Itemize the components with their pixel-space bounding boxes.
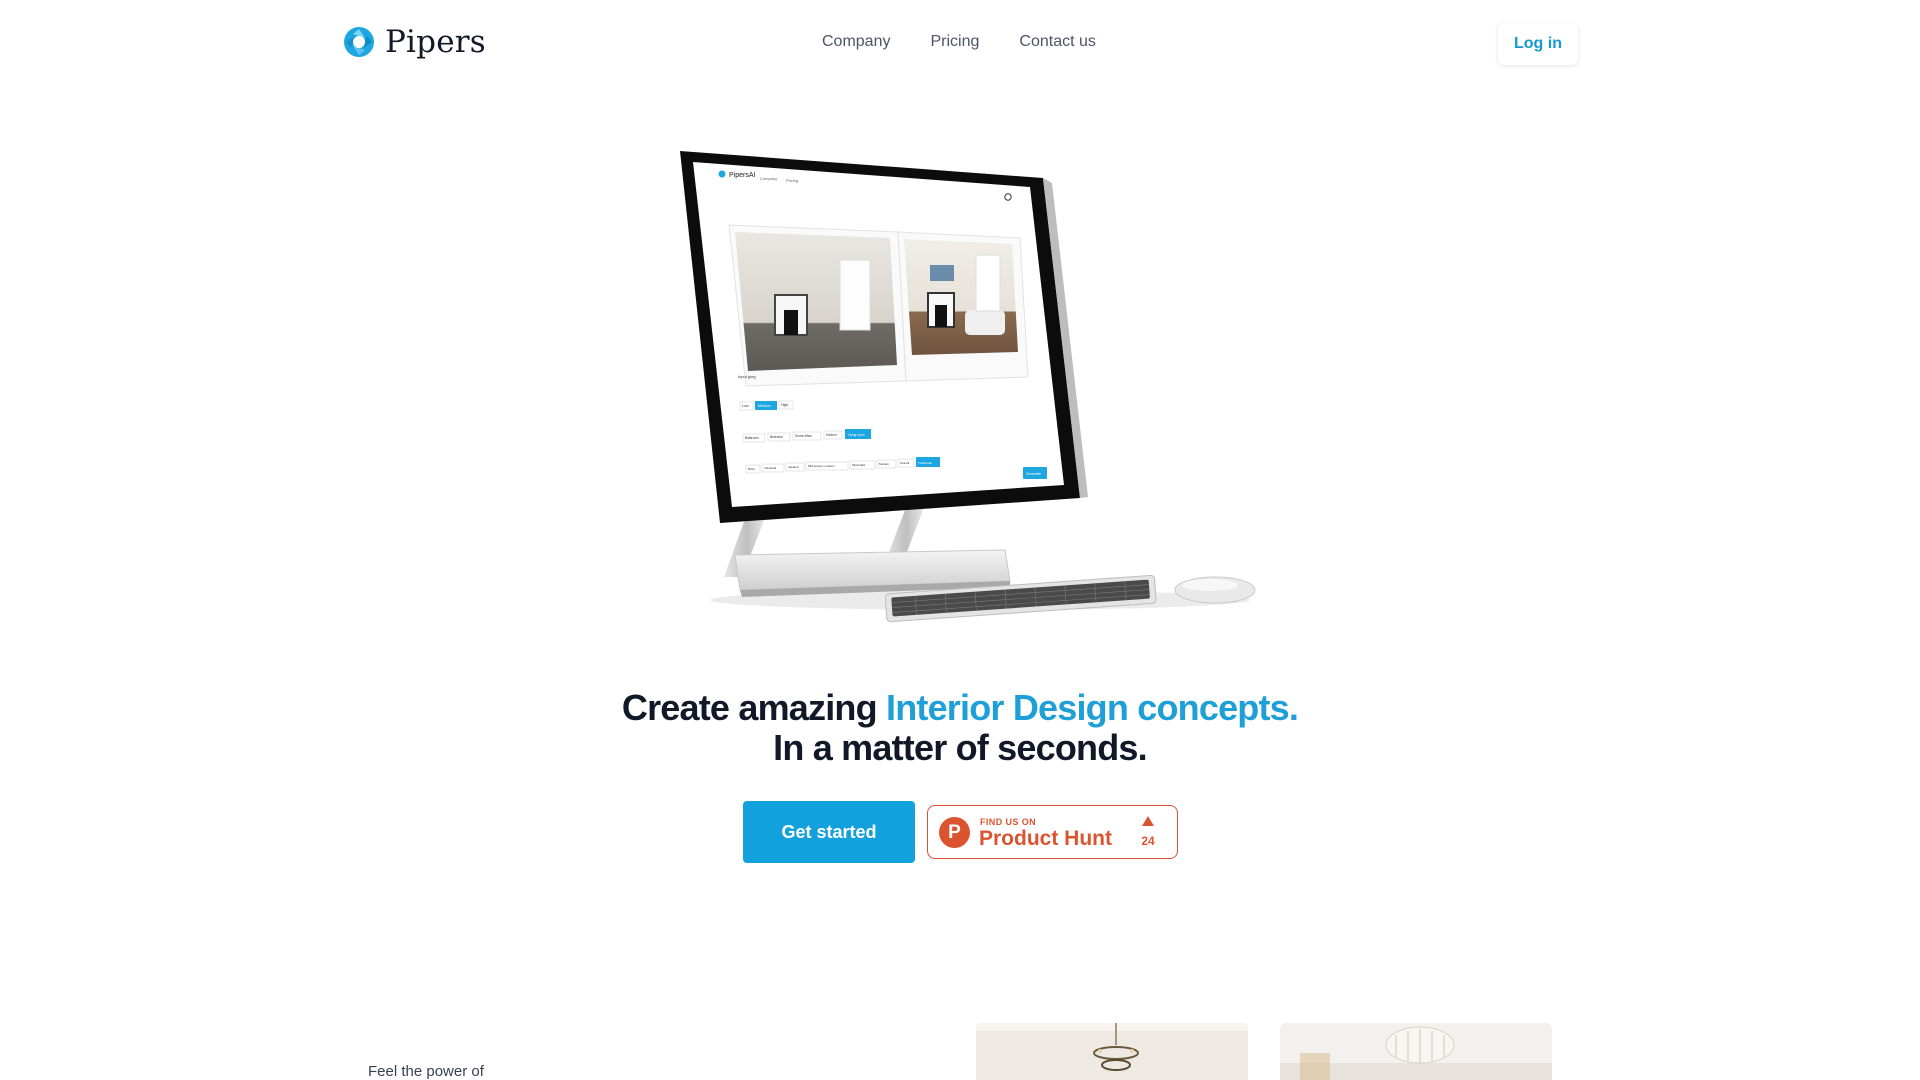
- screen-roomtype-3: Kitchen: [826, 433, 837, 437]
- screen-roomtype-4: Living room: [848, 433, 865, 437]
- screen-brand: PipersAI: [729, 172, 756, 179]
- upvote-count: 24: [1141, 834, 1155, 848]
- screen-generate-label: Generate: [1026, 472, 1041, 476]
- screen-style-3: Mid-century modern: [808, 464, 835, 468]
- room-photo-output: [904, 239, 1018, 355]
- login-button[interactable]: Log in: [1498, 23, 1578, 65]
- screen-logo-icon: [718, 170, 726, 178]
- screen-style-2: Japandi: [788, 465, 799, 469]
- main-nav: Company Pricing Contact us: [822, 33, 1096, 51]
- screen-roomtype-0: Bathroom: [745, 436, 759, 440]
- product-hunt-name: Product Hunt: [979, 827, 1112, 850]
- hero-headline: Create amazing Interior Design concepts.…: [0, 688, 1920, 768]
- screen-input-label: Input jpeg: [738, 374, 756, 379]
- example-image-1: [976, 1023, 1248, 1080]
- brand-logo[interactable]: Pipers: [343, 24, 486, 60]
- site-header: Pipers Company Pricing Contact us Log in: [0, 0, 1920, 86]
- screen-style-7: Traditional: [918, 461, 932, 465]
- screen-style-1: Industrial: [764, 466, 777, 470]
- screen-roomtype-2: Home office: [795, 434, 812, 438]
- example-image-2: [1280, 1023, 1552, 1080]
- nav-company[interactable]: Company: [822, 33, 890, 51]
- get-started-button[interactable]: Get started: [743, 801, 915, 863]
- screen-freedom-1: Medium: [758, 404, 771, 408]
- screen-style-6: Scandi: [900, 461, 910, 465]
- screen-nav-1: Pricing: [786, 178, 798, 183]
- nav-contact[interactable]: Contact us: [1019, 33, 1095, 51]
- product-hunt-logo-icon: P: [939, 817, 970, 848]
- screen-roomtype-1: Bedroom: [770, 435, 783, 439]
- hero-computer-illustration: PipersAI Company Pricing Input jpeg Low …: [680, 151, 1256, 623]
- upvote-arrow-icon: [1142, 816, 1154, 826]
- screen-freedom-2: High: [781, 403, 788, 407]
- nav-pricing[interactable]: Pricing: [930, 33, 979, 51]
- headline-part1: Create amazing: [621, 687, 886, 728]
- product-hunt-badge[interactable]: P FIND US ON Product Hunt 24: [927, 805, 1178, 859]
- brand-name: Pipers: [385, 24, 486, 60]
- room-photo-input: [735, 232, 897, 371]
- screen-style-5: Modern: [879, 462, 890, 466]
- headline-accent: Interior Design concepts.: [886, 687, 1299, 728]
- product-hunt-kicker: FIND US ON: [980, 817, 1037, 827]
- section-intro-text: Feel the power of: [368, 1063, 484, 1080]
- screen-style-0: Boho: [748, 467, 755, 471]
- screen-nav-0: Company: [760, 176, 777, 181]
- headline-line2: In a matter of seconds.: [773, 727, 1148, 768]
- screen-style-4: Minimalist: [852, 463, 866, 467]
- screen-freedom-0: Low: [742, 404, 749, 408]
- aperture-logo-icon: [344, 27, 374, 57]
